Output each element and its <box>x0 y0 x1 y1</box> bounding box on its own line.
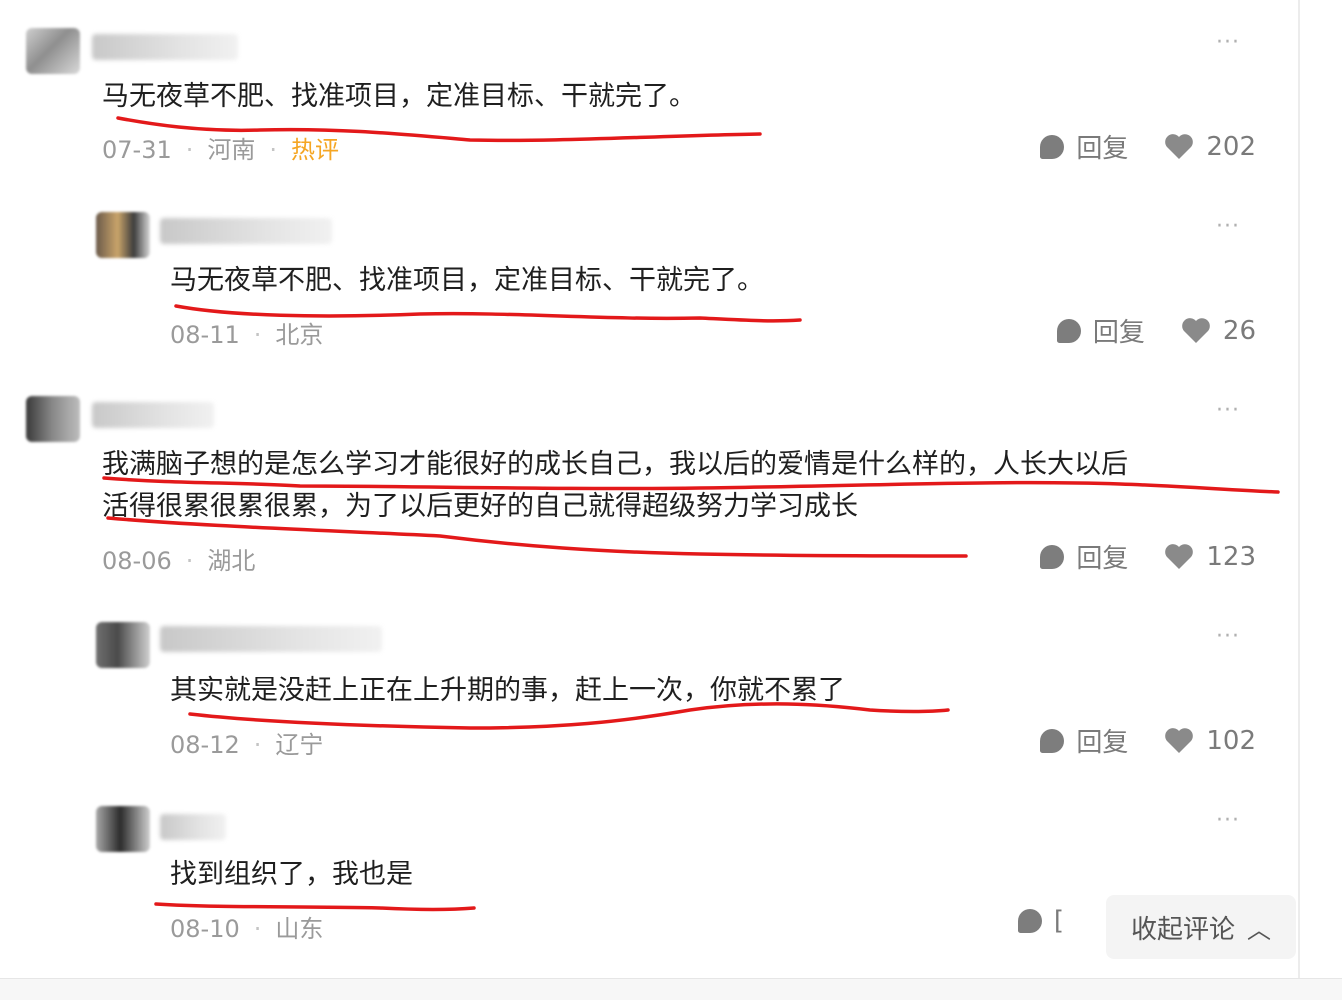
comment-meta: 07-31 · 河南 · 热评 <box>102 130 339 165</box>
comment-meta: 08-06 · 湖北 <box>102 541 255 576</box>
reply-button[interactable]: 回复 <box>1040 722 1128 759</box>
avatar[interactable] <box>26 396 80 442</box>
more-dots-icon[interactable]: ··· <box>1216 30 1240 55</box>
reply-label: [ <box>1053 906 1064 936</box>
meta-separator: · <box>253 915 262 943</box>
heart-icon <box>1165 134 1194 159</box>
reply-button[interactable]: 回复 <box>1056 312 1145 349</box>
reply-label: 回复 <box>1076 544 1129 574</box>
comment-actions: 回复 26 <box>1056 312 1256 349</box>
heart-icon <box>1182 318 1210 343</box>
comment-date: 08-10 <box>170 915 240 943</box>
comment-meta: 08-12 · 辽宁 <box>170 725 323 760</box>
comment-meta: 08-10 · 山东 <box>170 909 323 944</box>
avatar[interactable] <box>26 28 80 74</box>
collapse-label: 收起评论 <box>1130 914 1235 945</box>
more-dots-icon[interactable]: ··· <box>1216 624 1240 649</box>
comment-date: 08-06 <box>102 547 172 575</box>
avatar[interactable] <box>96 212 150 258</box>
like-button[interactable]: 102 <box>1164 726 1256 756</box>
comment-actions: 回复 202 <box>1040 128 1256 165</box>
panel-divider <box>1298 0 1300 980</box>
more-dots-icon[interactable]: ··· <box>1216 398 1240 423</box>
comment-bubble-icon <box>1040 728 1065 753</box>
comment-location: 辽宁 <box>275 731 324 759</box>
meta-separator: · <box>269 136 278 164</box>
more-dots-icon[interactable]: ··· <box>1216 214 1240 239</box>
comment-text: 其实就是没赶上正在上升期的事，赶上一次，你就不累了 <box>170 675 845 706</box>
heart-icon <box>1165 728 1194 753</box>
like-button[interactable]: 26 <box>1181 316 1256 346</box>
comment-text: 找到组织了，我也是 <box>170 859 413 890</box>
comment-bubble-icon <box>1040 544 1065 569</box>
reply-button[interactable]: 回复 <box>1040 538 1128 575</box>
comment-actions: 回复 102 <box>1040 722 1256 759</box>
meta-separator: · <box>185 136 194 164</box>
comment-date: 07-31 <box>102 136 172 164</box>
comment-actions: [ <box>1017 906 1064 936</box>
hot-comment-badge: 热评 <box>291 136 340 164</box>
avatar[interactable] <box>96 622 150 668</box>
bottom-bar <box>0 978 1342 1000</box>
comment-bubble-icon <box>1056 318 1081 343</box>
like-button[interactable]: 202 <box>1164 132 1256 162</box>
username-blurred[interactable] <box>160 218 332 244</box>
like-count: 123 <box>1206 541 1256 572</box>
heart-icon <box>1165 544 1194 569</box>
reply-button[interactable]: [ <box>1017 906 1064 936</box>
comment-text-line-1: 我满脑子想的是怎么学习才能很好的成长自己，我以后的爱情是什么样的，人长大以后 <box>102 449 1128 480</box>
reply-button[interactable]: 回复 <box>1040 128 1128 165</box>
comment-location: 河南 <box>207 136 256 164</box>
comment-location: 山东 <box>275 915 324 943</box>
comment-text: 马无夜草不肥、找准项目，定准目标、干就完了。 <box>102 81 696 112</box>
collapse-comments-button[interactable]: 收起评论 ︿ <box>1106 895 1296 959</box>
comment-meta: 08-11 · 北京 <box>170 315 323 350</box>
reply-label: 回复 <box>1076 728 1129 758</box>
reply-label: 回复 <box>1076 134 1129 164</box>
like-count: 26 <box>1222 315 1256 346</box>
username-blurred[interactable] <box>92 402 214 428</box>
username-blurred[interactable] <box>160 626 382 652</box>
comment-date: 08-12 <box>170 731 240 759</box>
comment-date: 08-11 <box>170 321 240 349</box>
reply-label: 回复 <box>1092 318 1145 348</box>
comment-location: 湖北 <box>207 547 256 575</box>
comment-text: 马无夜草不肥、找准项目，定准目标、干就完了。 <box>170 265 764 296</box>
username-blurred[interactable] <box>92 34 238 60</box>
username-blurred[interactable] <box>160 814 226 840</box>
meta-separator: · <box>253 731 262 759</box>
meta-separator: · <box>253 321 262 349</box>
like-count: 202 <box>1206 131 1256 162</box>
comment-bubble-icon <box>1017 909 1042 933</box>
comment-bubble-icon <box>1040 134 1065 159</box>
chevron-up-icon: ︿ <box>1247 915 1271 944</box>
comment-location: 北京 <box>275 321 324 349</box>
comment-panel: ··· 马无夜草不肥、找准项目，定准目标、干就完了。 07-31 · 河南 · 热评 回… <box>0 0 1342 1000</box>
meta-separator: · <box>185 547 194 575</box>
comment-actions: 回复 123 <box>1040 538 1256 575</box>
like-button[interactable]: 123 <box>1164 542 1256 572</box>
like-count: 102 <box>1206 725 1256 756</box>
avatar[interactable] <box>96 806 150 852</box>
more-dots-icon[interactable]: ··· <box>1216 808 1240 833</box>
comment-text-line-2: 活得很累很累很累，为了以后更好的自己就得超级努力学习成长 <box>102 491 858 522</box>
